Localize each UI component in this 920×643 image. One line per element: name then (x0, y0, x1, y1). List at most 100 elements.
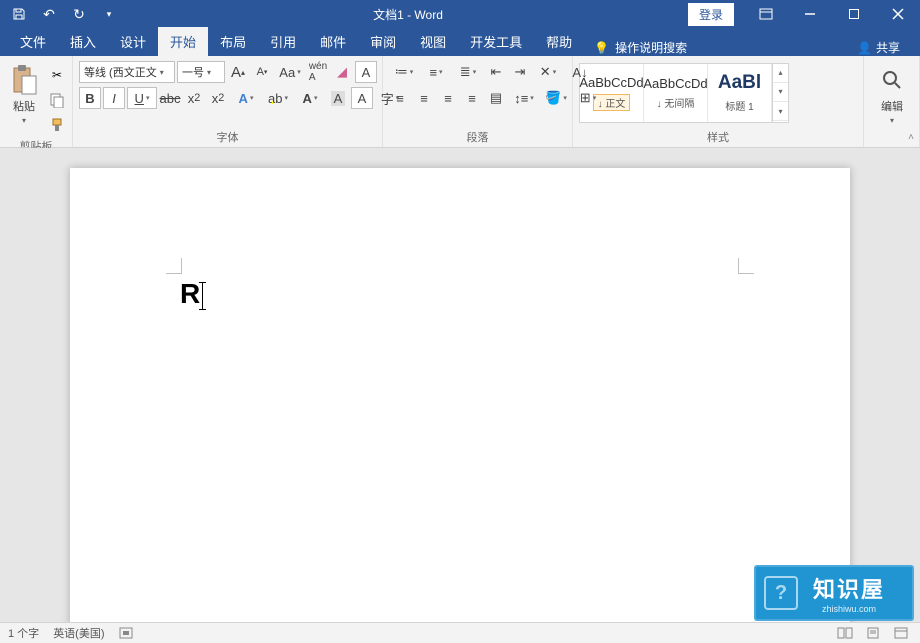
paste-icon (8, 64, 40, 96)
character-shading-button[interactable]: A (327, 87, 349, 109)
window-title: 文档1 - Word (128, 6, 688, 23)
view-web-button[interactable] (890, 624, 912, 642)
tab-layout[interactable]: 布局 (208, 27, 258, 56)
close-button[interactable] (876, 0, 920, 28)
qat-dropdown[interactable]: ▾ (96, 2, 122, 26)
group-paragraph: ≔▾ ≡▾ ≣▾ ⇤ ⇥ ✕▾ A↓ ¶ ≡ ≡ ≡ ≡ ▤ ↕≡▾ 🪣▾ ⊞▾… (383, 56, 573, 147)
increase-indent-button[interactable]: ⇥ (509, 61, 531, 83)
collapse-ribbon-button[interactable]: ˄ (908, 132, 914, 143)
view-read-button[interactable] (834, 624, 856, 642)
shading-button[interactable]: 🪣▾ (541, 87, 571, 109)
macro-status[interactable] (119, 627, 133, 639)
share-button[interactable]: 👤 共享 (845, 39, 912, 56)
copy-button[interactable] (46, 89, 68, 111)
bold-button[interactable]: B (79, 87, 101, 109)
tab-file[interactable]: 文件 (8, 27, 58, 56)
phonetic-guide-button[interactable]: wénA (307, 61, 329, 83)
bullets-button[interactable]: ≔▾ (389, 61, 419, 83)
text-cursor (202, 282, 203, 310)
view-print-button[interactable] (862, 624, 884, 642)
style-item-heading1[interactable]: AaBl 标题 1 (708, 64, 772, 122)
superscript-button[interactable]: x2 (207, 87, 229, 109)
tab-help[interactable]: 帮助 (534, 27, 584, 56)
tab-mailings[interactable]: 邮件 (308, 27, 358, 56)
borders-icon: ⊞ (580, 90, 591, 106)
tab-review[interactable]: 审阅 (358, 27, 408, 56)
cut-icon: ✂ (52, 68, 62, 82)
word-count[interactable]: 1 个字 (8, 625, 39, 641)
font-group-label: 字体 (77, 127, 378, 147)
italic-button[interactable]: I (103, 87, 125, 109)
gallery-down-button[interactable]: ▾ (773, 83, 788, 102)
font-size-combo[interactable]: 一号▾ (177, 61, 225, 83)
text-effects-button[interactable]: A▾ (231, 87, 261, 109)
decrease-indent-button[interactable]: ⇤ (485, 61, 507, 83)
tab-developer[interactable]: 开发工具 (458, 27, 534, 56)
sort-button[interactable]: A↓ (565, 61, 595, 83)
style-preview: AaBl (718, 72, 761, 94)
maximize-button[interactable] (832, 0, 876, 28)
search-icon (876, 64, 908, 96)
ribbon-display-button[interactable] (744, 0, 788, 28)
clear-formatting-button[interactable]: ◢ (331, 61, 353, 83)
margin-mark-tr (738, 258, 754, 274)
shrink-font-button[interactable]: A▾ (251, 61, 273, 83)
strikethrough-button[interactable]: abc (159, 87, 181, 109)
redo-button[interactable]: ↻ (66, 2, 92, 26)
watermark-icon: ? (764, 576, 798, 610)
styles-group-label: 样式 (577, 127, 859, 147)
tell-me-search[interactable]: 💡 操作说明搜索 (584, 39, 697, 56)
minimize-button[interactable] (788, 0, 832, 28)
line-spacing-button[interactable]: ↕≡▾ (509, 87, 539, 109)
gallery-up-button[interactable]: ▴ (773, 64, 788, 83)
tell-me-label: 操作说明搜索 (615, 39, 687, 56)
margin-mark-tl (166, 258, 182, 274)
document-area[interactable]: R (0, 148, 920, 622)
underline-button[interactable]: U▾ (127, 87, 157, 109)
align-center-button[interactable]: ≡ (413, 87, 435, 109)
tab-home[interactable]: 开始 (158, 27, 208, 56)
font-color-button[interactable]: A▾ (295, 87, 325, 109)
multilevel-list-button[interactable]: ≣▾ (453, 61, 483, 83)
subscript-button[interactable]: x2 (183, 87, 205, 109)
borders-button[interactable]: ⊞▾ (573, 87, 603, 109)
phonetic-icon: wénA (309, 61, 327, 83)
ribbon-tabs: 文件 插入 设计 开始 布局 引用 邮件 审阅 视图 开发工具 帮助 💡 操作说… (0, 28, 920, 56)
group-styles: AaBbCcDd ↓ 正文 AaBbCcDd ↓ 无间隔 AaBl 标题 1 ▴… (573, 56, 864, 147)
numbering-button[interactable]: ≡▾ (421, 61, 451, 83)
asian-layout-button[interactable]: 字▾ (375, 87, 405, 109)
save-button[interactable] (6, 2, 32, 26)
tab-view[interactable]: 视图 (408, 27, 458, 56)
style-gallery: AaBbCcDd ↓ 正文 AaBbCcDd ↓ 无间隔 AaBl 标题 1 ▴… (579, 63, 789, 123)
highlight-button[interactable]: ab▾ (263, 87, 293, 109)
editing-label: 编辑 (881, 98, 903, 114)
gallery-more-button[interactable]: ▾ (773, 102, 788, 121)
language-status[interactable]: 英语(美国) (53, 625, 104, 641)
login-button[interactable]: 登录 (688, 3, 734, 26)
group-font: 等线 (西文正文▾ 一号▾ A▴ A▾ Aa▾ wénA ◢ A B I U▾ … (73, 56, 383, 147)
asian-text-button[interactable]: ✕▾ (533, 61, 563, 83)
tab-insert[interactable]: 插入 (58, 27, 108, 56)
align-right-button[interactable]: ≡ (437, 87, 459, 109)
enclose-characters-button[interactable]: A (355, 61, 377, 83)
grow-font-button[interactable]: A▴ (227, 61, 249, 83)
character-border-button[interactable]: A (351, 87, 373, 109)
tab-design[interactable]: 设计 (108, 27, 158, 56)
tab-references[interactable]: 引用 (258, 27, 308, 56)
cut-button[interactable]: ✂ (46, 64, 68, 86)
justify-button[interactable]: ≡ (461, 87, 483, 109)
page[interactable]: R (70, 168, 850, 622)
undo-button[interactable]: ↶ (36, 2, 62, 26)
distributed-button[interactable]: ▤ (485, 87, 507, 109)
font-family-combo[interactable]: 等线 (西文正文▾ (79, 61, 175, 83)
font-size-value: 一号 (182, 64, 204, 80)
titlebar: ↶ ↻ ▾ 文档1 - Word 登录 (0, 0, 920, 28)
paste-button[interactable]: 粘贴 ▾ (4, 62, 44, 127)
document-content[interactable]: R (180, 278, 203, 311)
style-name: 标题 1 (725, 98, 753, 113)
change-case-button[interactable]: Aa▾ (275, 61, 305, 83)
format-painter-button[interactable] (46, 114, 68, 136)
find-button[interactable]: 编辑 ▾ (872, 62, 912, 127)
share-label: 共享 (876, 39, 900, 56)
style-item-nospacing[interactable]: AaBbCcDd ↓ 无间隔 (644, 64, 708, 122)
